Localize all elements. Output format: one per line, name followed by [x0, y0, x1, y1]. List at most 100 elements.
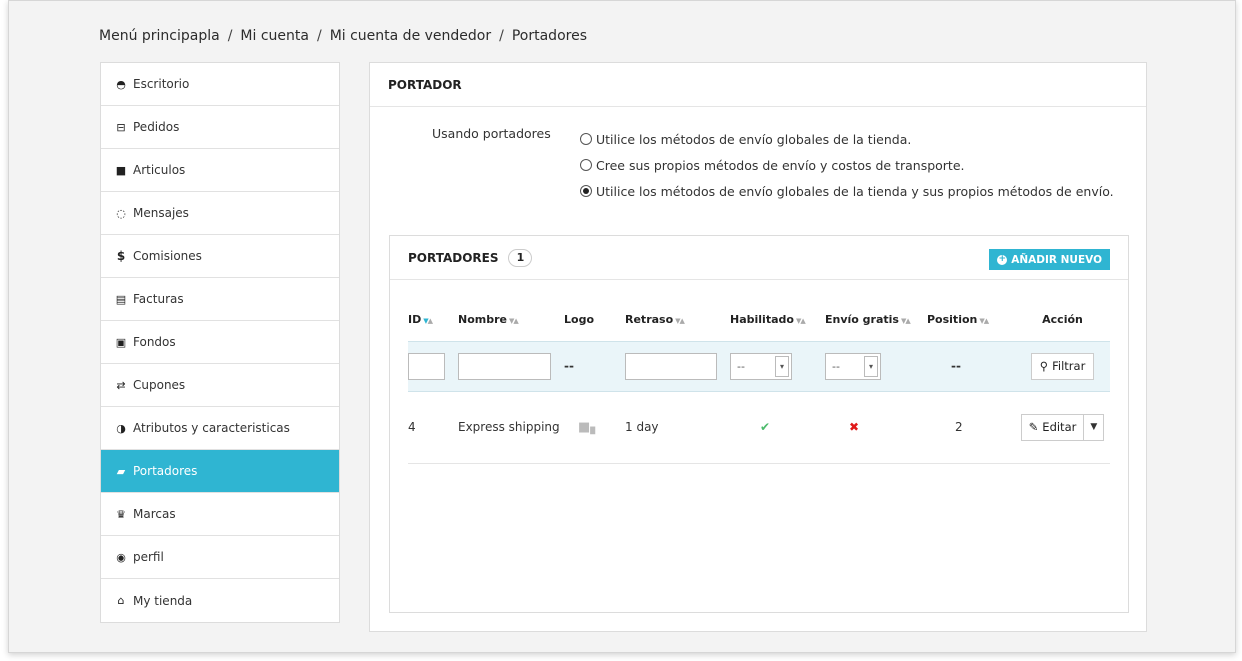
add-new-button[interactable]: + AÑADIR NUEVO — [989, 249, 1110, 270]
truck-icon: ■▖ — [578, 419, 601, 435]
user-circle-icon: ◉ — [116, 550, 126, 564]
sidebar-item-escritorio[interactable]: ◓ Escritorio — [101, 63, 339, 106]
radio-button[interactable] — [580, 159, 592, 171]
carriers-count-badge: 1 — [508, 248, 533, 267]
sidebar-item-label: Comisiones — [133, 249, 202, 263]
sidebar-item-fondos[interactable]: ▣ Fondos — [101, 321, 339, 364]
column-header-id[interactable]: ID ▼▲ — [408, 299, 458, 341]
sort-icon: ▼▲ — [979, 317, 989, 326]
sidebar-item-label: Articulos — [133, 163, 186, 177]
filter-delay-input[interactable] — [625, 352, 717, 380]
column-header-free-shipping[interactable]: Envío gratis ▼▲ — [825, 299, 927, 341]
edit-button[interactable]: ✎ Editar — [1022, 415, 1084, 440]
radio-label: Cree sus propios métodos de envío y cost… — [596, 157, 965, 173]
sidebar-item-pedidos[interactable]: ⊟ Pedidos — [101, 106, 339, 149]
column-header-enabled[interactable]: Habilitado ▼▲ — [730, 299, 825, 341]
sort-icon: ▼▲ — [423, 317, 433, 326]
plus-circle-icon: + — [997, 254, 1008, 265]
breadcrumb-account[interactable]: Mi cuenta — [240, 28, 309, 44]
filter-name-input[interactable] — [458, 352, 551, 380]
dashboard-icon: ◓ — [116, 77, 126, 91]
chevron-down-icon: ▾ — [775, 355, 789, 377]
chevron-down-icon: ▾ — [864, 355, 878, 377]
sidebar-item-facturas[interactable]: ▤ Facturas — [101, 278, 339, 321]
column-header-action: Acción — [1042, 313, 1083, 327]
sidebar-item-label: Portadores — [133, 464, 198, 478]
sidebar-item-label: perfil — [133, 550, 164, 564]
breadcrumb-current: Portadores — [511, 28, 587, 44]
panel-title: PORTADOR — [370, 63, 1146, 107]
sidebar-item-label: My tienda — [133, 593, 193, 608]
sidebar-item-perfil[interactable]: ◉ perfil — [101, 536, 339, 579]
filter-id-input[interactable] — [408, 352, 445, 380]
sidebar-item-portadores[interactable]: ▰ Portadores — [101, 450, 339, 493]
table-header-row: ID ▼▲ Nombre ▼▲ Logo Retraso ▼▲ Habilitado ▼… — [408, 299, 1110, 341]
search-icon: ⚲ — [1039, 359, 1049, 373]
contrast-icon: ◑ — [116, 421, 126, 435]
sidebar-item-label: Facturas — [133, 292, 184, 306]
sidebar-item-cupones[interactable]: ⇄ Cupones — [101, 364, 339, 407]
gift-icon: ■ — [115, 163, 127, 177]
radio-button[interactable] — [580, 185, 592, 197]
cell-position: 2 — [927, 391, 1015, 464]
sidebar-item-marcas[interactable]: ♛ Marcas — [101, 493, 339, 536]
sidebar: ◓ Escritorio ⊟ Pedidos ■ Articulos ◌ Men… — [100, 62, 340, 623]
edit-dropdown-toggle[interactable]: ▼ — [1083, 414, 1103, 440]
edit-button-group: ✎ Editar ▼ — [1020, 413, 1105, 441]
sidebar-item-mensajes[interactable]: ◌ Mensajes — [101, 192, 339, 235]
sidebar-item-atributos[interactable]: ◑ Atributos y caracteristicas — [101, 407, 339, 450]
column-header-delay[interactable]: Retraso ▼▲ — [625, 299, 730, 341]
sidebar-item-label: Pedidos — [133, 120, 180, 134]
cross-icon[interactable]: ✖ — [849, 420, 859, 434]
filter-position-placeholder: -- — [951, 359, 961, 373]
filter-button[interactable]: ⚲ Filtrar — [1030, 352, 1095, 380]
carrier-panel: PORTADOR Usando portadores Utilice los m… — [369, 62, 1147, 632]
sidebar-item-label: Escritorio — [133, 77, 190, 91]
radio-label: Utilice los métodos de envío globales de… — [596, 183, 1114, 199]
sort-icon: ▼▲ — [795, 317, 806, 326]
sidebar-item-label: Marcas — [133, 507, 176, 521]
money-icon: ▣ — [115, 335, 127, 349]
radio-option-own[interactable]: Cree sus propios métodos de envío y cost… — [580, 152, 1114, 178]
truck-icon: ▰ — [116, 464, 126, 478]
using-carriers-label: Usando portadores — [432, 126, 551, 141]
filter-logo-placeholder: -- — [564, 359, 574, 373]
sort-icon: ▼▲ — [900, 317, 911, 326]
sidebar-item-label: Cupones — [133, 378, 186, 392]
column-header-position[interactable]: Position ▼▲ — [927, 299, 1015, 341]
filter-enabled-select[interactable]: -- ▾ — [730, 352, 792, 380]
exchange-icon: ⇄ — [116, 378, 126, 392]
radio-option-both[interactable]: Utilice los métodos de envío globales de… — [580, 178, 1114, 204]
cell-delay: 1 day — [625, 391, 730, 464]
filter-row: -- -- ▾ -- ▾ -- ⚲ Filtrar — [408, 340, 1110, 392]
message-icon: ◌ — [116, 206, 126, 220]
cell-name: Express shipping — [458, 391, 564, 464]
sidebar-item-label: Fondos — [133, 335, 176, 349]
radio-button[interactable] — [580, 133, 592, 145]
breadcrumb-home[interactable]: Menú principapla — [99, 28, 220, 44]
sidebar-item-label: Atributos y caracteristicas — [133, 421, 290, 435]
filter-free-shipping-select[interactable]: -- ▾ — [825, 352, 881, 380]
radio-label: Utilice los métodos de envío globales de… — [596, 131, 912, 147]
breadcrumb: Menú principapla / Mi cuenta / Mi cuenta… — [99, 28, 587, 44]
carriers-list: PORTADORES 1 + AÑADIR NUEVO ID ▼▲ Nombre ▼… — [389, 235, 1129, 613]
sidebar-item-my-tienda[interactable]: ⌂ My tienda — [101, 579, 339, 622]
radio-option-global[interactable]: Utilice los métodos de envío globales de… — [580, 126, 1114, 152]
column-header-name[interactable]: Nombre ▼▲ — [458, 299, 564, 341]
carrier-mode-radios: Utilice los métodos de envío globales de… — [580, 126, 1114, 204]
breadcrumb-seller-account[interactable]: Mi cuenta de vendedor — [330, 28, 491, 44]
trophy-icon: ♛ — [116, 507, 126, 521]
sort-icon: ▼▲ — [508, 317, 519, 326]
sidebar-item-articulos[interactable]: ■ Articulos — [101, 149, 339, 192]
app-window: Menú principapla / Mi cuenta / Mi cuenta… — [8, 0, 1236, 653]
check-icon[interactable]: ✔ — [760, 420, 770, 434]
sidebar-item-comisiones[interactable]: $ Comisiones — [101, 235, 339, 278]
invoice-icon: ▤ — [115, 292, 127, 306]
dollar-icon: $ — [116, 249, 126, 263]
table-row: 4 Express shipping ■▖ 1 day ✔ ✖ 2 ✎ Edit… — [408, 391, 1110, 464]
carriers-table: ID ▼▲ Nombre ▼▲ Logo Retraso ▼▲ Habilitado ▼… — [408, 299, 1110, 464]
carriers-title: PORTADORES — [408, 250, 499, 265]
sort-icon: ▼▲ — [675, 317, 685, 326]
sidebar-item-label: Mensajes — [133, 206, 189, 220]
caret-down-icon: ▼ — [1090, 422, 1098, 432]
